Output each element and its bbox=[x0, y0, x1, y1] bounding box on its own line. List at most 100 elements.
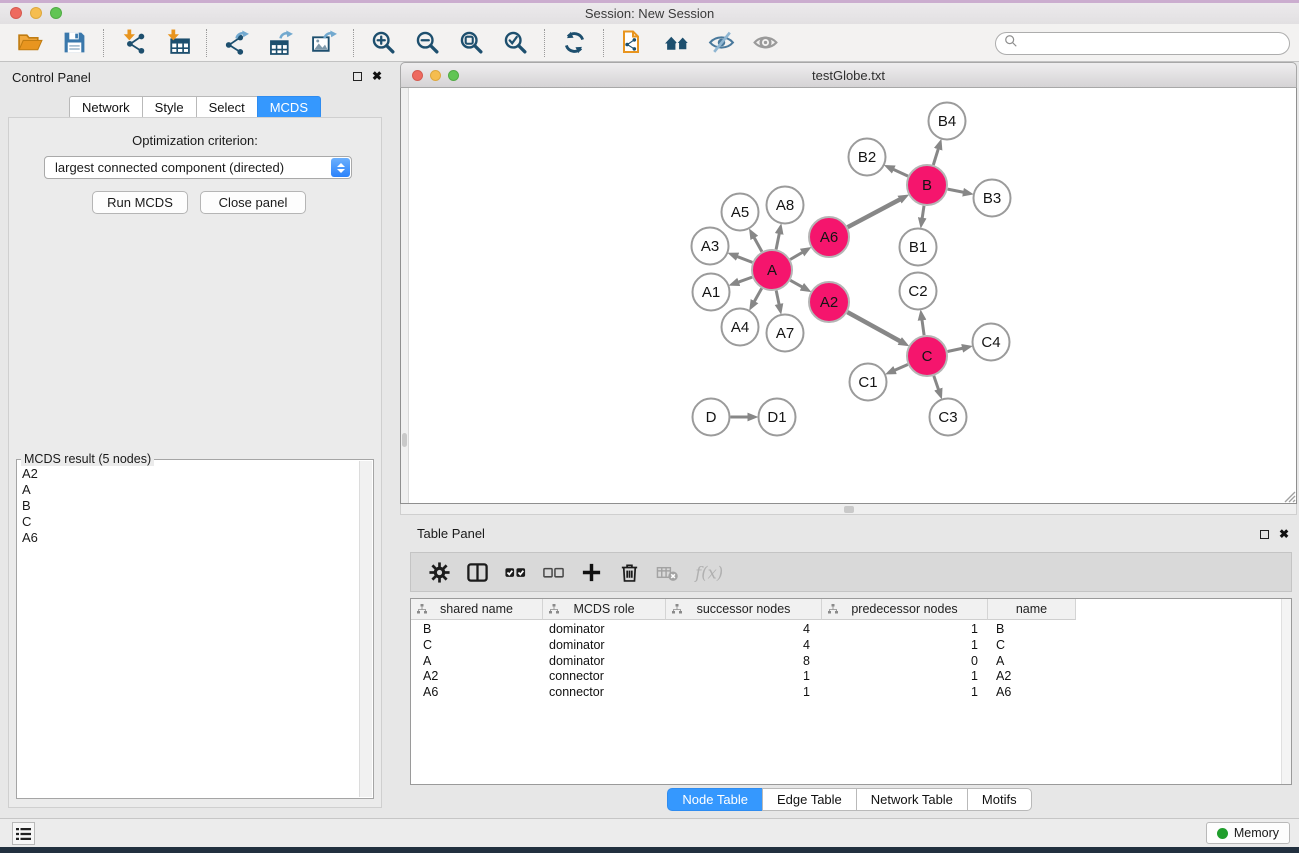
new-network-from-selection-button[interactable] bbox=[611, 26, 655, 60]
graph-node-A[interactable]: A bbox=[752, 250, 792, 290]
graph-node-B[interactable]: B bbox=[907, 165, 947, 205]
zoom-out-button[interactable] bbox=[405, 26, 449, 60]
graph-node-A2[interactable]: A2 bbox=[809, 282, 849, 322]
export-network-button[interactable] bbox=[214, 26, 258, 60]
graph-node-B2[interactable]: B2 bbox=[849, 139, 886, 176]
export-image-button[interactable] bbox=[302, 26, 346, 60]
search-input[interactable] bbox=[1022, 35, 1289, 52]
graph-node-A1[interactable]: A1 bbox=[693, 274, 730, 311]
close-network-button[interactable] bbox=[412, 70, 423, 81]
zoom-in-button[interactable] bbox=[361, 26, 405, 60]
zoom-window-button[interactable] bbox=[50, 7, 62, 19]
import-network-button[interactable] bbox=[111, 26, 155, 60]
vertical-scroll-thumb[interactable] bbox=[402, 433, 407, 447]
search-box[interactable] bbox=[995, 32, 1290, 55]
graph-node-C2[interactable]: C2 bbox=[900, 273, 937, 310]
add-entry-button[interactable] bbox=[580, 561, 603, 584]
memory-button[interactable]: Memory bbox=[1206, 822, 1290, 844]
graph-edge-C-C3[interactable] bbox=[934, 376, 939, 390]
first-neighbors-button[interactable] bbox=[655, 26, 699, 60]
graph-node-C3[interactable]: C3 bbox=[930, 399, 967, 436]
deselect-all-checkboxes-button[interactable] bbox=[542, 561, 565, 584]
graph-edge-B-B1[interactable] bbox=[922, 206, 924, 219]
graph-node-C4[interactable]: C4 bbox=[973, 324, 1010, 361]
table-row[interactable]: Adominator80A bbox=[411, 654, 1291, 670]
graph-edge-C-C2[interactable] bbox=[922, 319, 924, 335]
graph-edge-A2-C[interactable] bbox=[847, 312, 900, 341]
tab-edge-table[interactable]: Edge Table bbox=[762, 788, 856, 811]
export-table-button[interactable] bbox=[258, 26, 302, 60]
close-panel-icon[interactable]: ✖ bbox=[372, 70, 382, 82]
table-row[interactable]: A2connector11A2 bbox=[411, 669, 1291, 685]
tab-network-table[interactable]: Network Table bbox=[856, 788, 967, 811]
graph-edge-A-A5[interactable] bbox=[754, 237, 762, 252]
graph-node-A7[interactable]: A7 bbox=[767, 315, 804, 352]
graph-edge-C-C4[interactable] bbox=[948, 348, 964, 351]
zoom-fit-button[interactable] bbox=[449, 26, 493, 60]
close-window-button[interactable] bbox=[10, 7, 22, 19]
mcds-result-item[interactable]: A2 bbox=[18, 466, 358, 482]
graph-edge-B-B2[interactable] bbox=[893, 169, 908, 176]
network-window-titlebar[interactable]: testGlobe.txt bbox=[400, 62, 1297, 88]
graph-node-B3[interactable]: B3 bbox=[974, 180, 1011, 217]
table-row[interactable]: Bdominator41B bbox=[411, 622, 1291, 638]
tab-select[interactable]: Select bbox=[196, 96, 257, 119]
import-table-button[interactable] bbox=[155, 26, 199, 60]
zoom-selected-button[interactable] bbox=[493, 26, 537, 60]
show-all-button[interactable] bbox=[743, 26, 787, 60]
table-scrollbar[interactable] bbox=[1281, 599, 1291, 784]
float-panel-icon[interactable] bbox=[353, 72, 362, 81]
delete-entry-button[interactable] bbox=[618, 561, 641, 584]
float-panel-icon[interactable] bbox=[1260, 530, 1269, 539]
mcds-result-scrollbar[interactable] bbox=[359, 461, 372, 797]
mcds-result-item[interactable]: B bbox=[18, 498, 358, 514]
graph-node-D1[interactable]: D1 bbox=[759, 399, 796, 436]
optimization-criterion-select[interactable]: largest connected component (directed) bbox=[44, 156, 352, 179]
mcds-result-item[interactable]: A bbox=[18, 482, 358, 498]
graph-edge-C-C1[interactable] bbox=[894, 365, 908, 371]
graph-node-D[interactable]: D bbox=[693, 399, 730, 436]
resize-grip-icon[interactable] bbox=[1282, 489, 1296, 503]
tab-mcds[interactable]: MCDS bbox=[257, 96, 321, 119]
column-header-name[interactable]: name bbox=[988, 599, 1076, 620]
tab-network[interactable]: Network bbox=[69, 96, 142, 119]
graph-node-B4[interactable]: B4 bbox=[929, 103, 966, 140]
graph-node-B1[interactable]: B1 bbox=[900, 229, 937, 266]
refresh-button[interactable] bbox=[552, 26, 596, 60]
graph-node-A8[interactable]: A8 bbox=[767, 187, 804, 224]
tab-node-table[interactable]: Node Table bbox=[667, 788, 762, 811]
graph-edge-A-A6[interactable] bbox=[790, 252, 803, 260]
task-history-button[interactable] bbox=[12, 822, 35, 845]
save-session-button[interactable] bbox=[52, 26, 96, 60]
zoom-network-button[interactable] bbox=[448, 70, 459, 81]
open-session-button[interactable] bbox=[8, 26, 52, 60]
tab-motifs[interactable]: Motifs bbox=[967, 788, 1032, 811]
graph-edge-A-A3[interactable] bbox=[737, 256, 753, 262]
column-header-shared-name[interactable]: shared name bbox=[411, 599, 543, 620]
graph-node-C[interactable]: C bbox=[907, 336, 947, 376]
hide-selected-button[interactable] bbox=[699, 26, 743, 60]
network-horizontal-scrollbar[interactable] bbox=[400, 504, 1297, 515]
minimize-window-button[interactable] bbox=[30, 7, 42, 19]
graph-edge-A-A4[interactable] bbox=[754, 288, 762, 302]
mcds-result-item[interactable]: C bbox=[18, 514, 358, 530]
select-all-checkboxes-button[interactable] bbox=[504, 561, 527, 584]
mcds-result-item[interactable]: A6 bbox=[18, 530, 358, 546]
column-header-successor-nodes[interactable]: successor nodes bbox=[666, 599, 822, 620]
network-vertical-scrollbar[interactable] bbox=[401, 88, 409, 503]
network-canvas[interactable]: B4B2BB3A8A5A6A3B1AC2A1A2A4A7C4CC1C3DD1 bbox=[400, 88, 1297, 504]
graph-node-A4[interactable]: A4 bbox=[722, 309, 759, 346]
graph-edge-A-A1[interactable] bbox=[738, 277, 752, 282]
run-mcds-button[interactable]: Run MCDS bbox=[92, 191, 188, 214]
column-header-MCDS-role[interactable]: MCDS role bbox=[543, 599, 666, 620]
graph-edge-B-B3[interactable] bbox=[948, 189, 965, 192]
graph-edge-A6-B[interactable] bbox=[848, 199, 901, 227]
graph-edge-A-A2[interactable] bbox=[790, 280, 803, 287]
minimize-network-button[interactable] bbox=[430, 70, 441, 81]
table-row[interactable]: Cdominator41C bbox=[411, 638, 1291, 654]
graph-node-C1[interactable]: C1 bbox=[850, 364, 887, 401]
graph-edge-B-B4[interactable] bbox=[933, 148, 938, 165]
close-panel-icon[interactable]: ✖ bbox=[1279, 528, 1289, 540]
graph-node-A3[interactable]: A3 bbox=[692, 228, 729, 265]
graph-edge-A-A8[interactable] bbox=[776, 233, 779, 250]
